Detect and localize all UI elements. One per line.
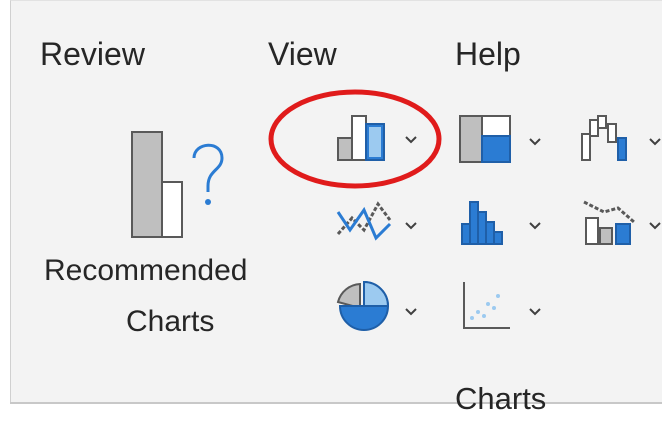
histogram-chart-icon	[458, 194, 514, 248]
chevron-down-icon[interactable]	[528, 218, 542, 236]
insert-hierarchy-chart-button[interactable]	[456, 112, 556, 168]
combo-chart-icon	[580, 194, 640, 248]
recommended-charts-icon	[130, 130, 240, 240]
insert-statistic-chart-button[interactable]	[456, 192, 556, 252]
recommended-charts-button[interactable]: Recommended Charts	[40, 115, 320, 350]
scatter-chart-icon	[458, 278, 514, 334]
column-chart-icon	[336, 112, 396, 162]
line-chart-icon	[334, 194, 394, 248]
insert-scatter-bubble-chart-button[interactable]	[456, 276, 556, 340]
ribbon-bottom-border	[10, 402, 662, 404]
chevron-down-icon[interactable]	[404, 132, 418, 150]
recommended-label-line1: Recommended	[44, 254, 248, 287]
insert-line-area-chart-button[interactable]	[332, 192, 432, 252]
tab-review[interactable]: Review	[40, 36, 145, 72]
insert-pie-doughnut-chart-button[interactable]	[332, 276, 432, 340]
pie-chart-icon	[334, 278, 394, 338]
charts-group-label: Charts	[455, 381, 547, 416]
chevron-down-icon[interactable]	[404, 218, 418, 236]
insert-column-bar-chart-button[interactable]	[332, 110, 432, 168]
recommended-label-line2: Charts	[126, 305, 215, 338]
chevron-down-icon[interactable]	[528, 134, 542, 152]
tab-view[interactable]: View	[268, 36, 337, 72]
chevron-down-icon[interactable]	[648, 218, 662, 236]
chevron-down-icon[interactable]	[404, 304, 418, 322]
insert-waterfall-chart-button[interactable]	[578, 112, 662, 168]
chevron-down-icon[interactable]	[528, 304, 542, 322]
insert-combo-chart-button[interactable]	[578, 192, 662, 252]
chevron-down-icon[interactable]	[648, 134, 662, 152]
tab-help[interactable]: Help	[455, 36, 521, 72]
treemap-chart-icon	[458, 114, 514, 164]
waterfall-chart-icon	[580, 114, 640, 164]
